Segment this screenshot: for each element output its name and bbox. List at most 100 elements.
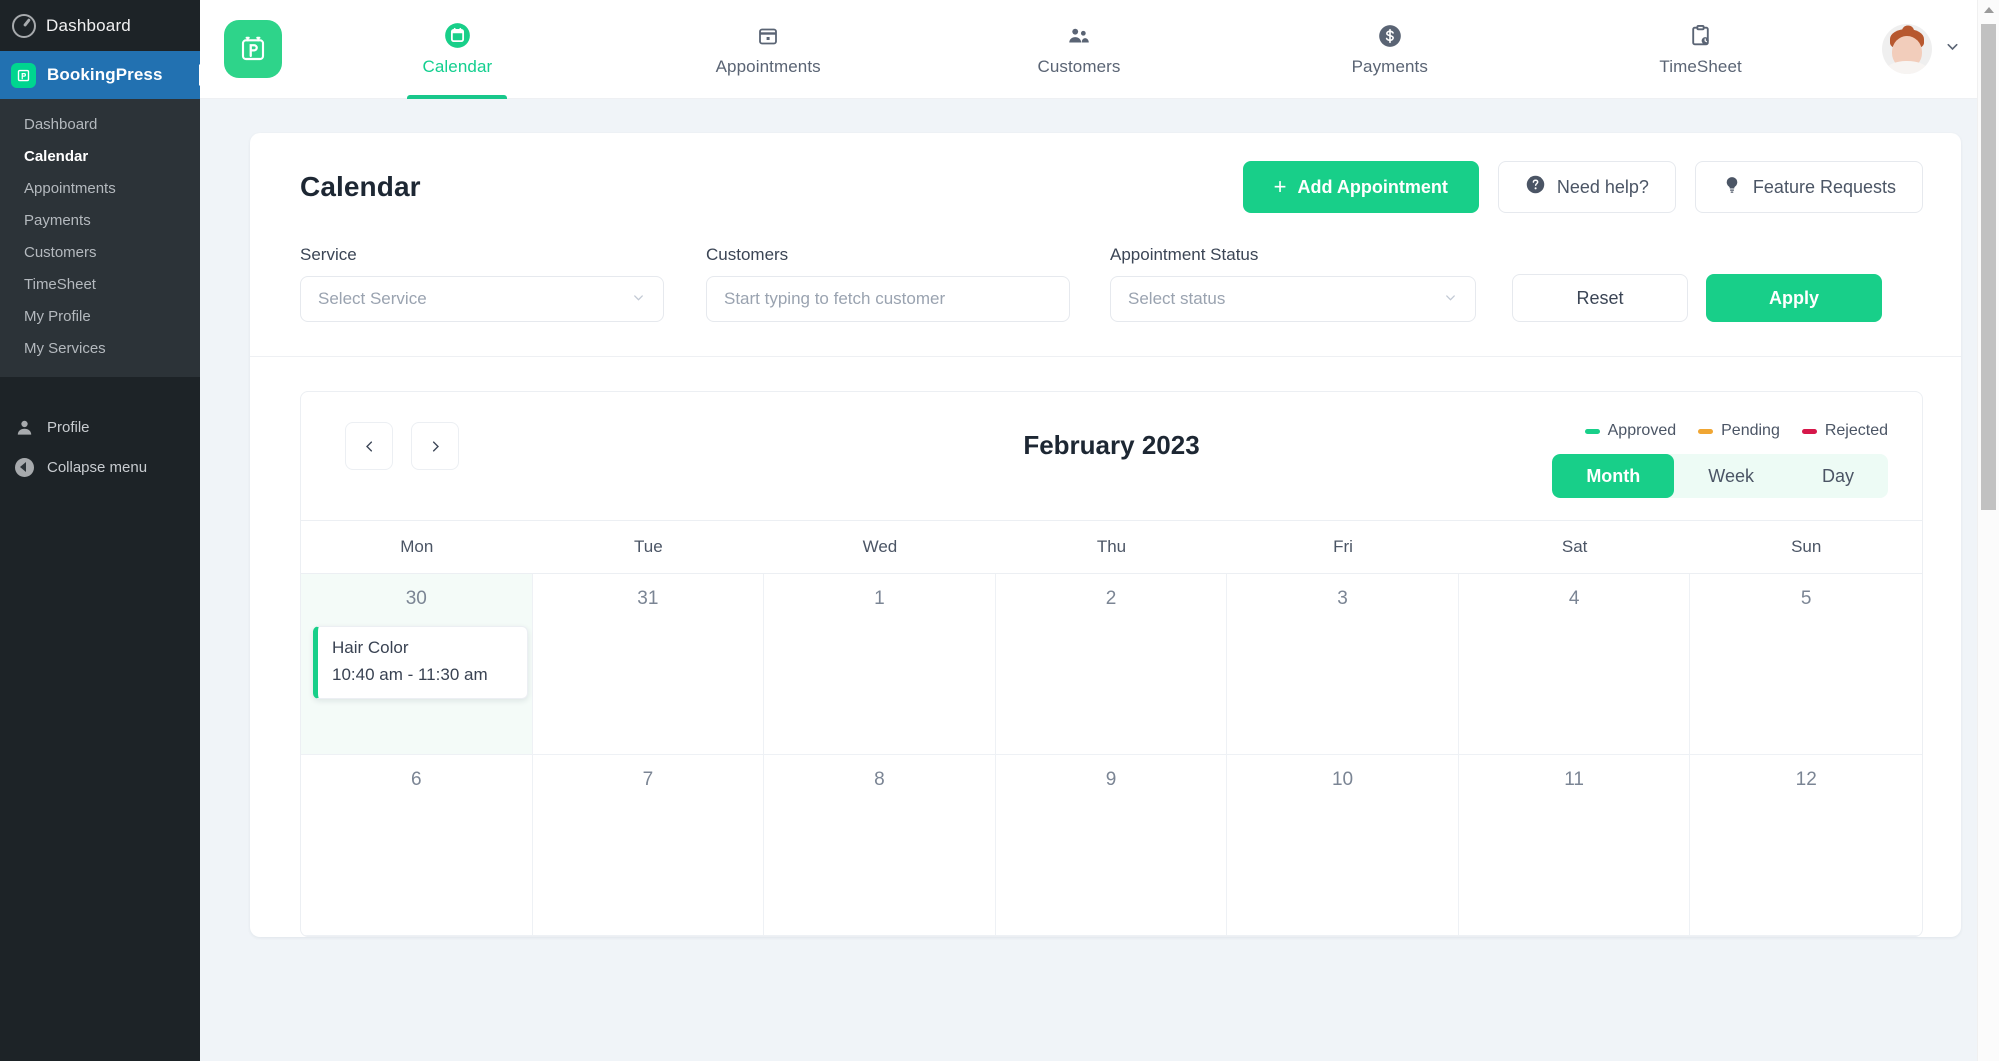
- page-content: Calendar + Add Appointment Need help? Fe…: [200, 99, 1999, 1061]
- appointment-title: Hair Color: [332, 638, 409, 657]
- day-cell[interactable]: 31: [533, 574, 765, 754]
- service-select[interactable]: Select Service: [300, 276, 664, 322]
- sidebar-item-my-services[interactable]: My Services: [0, 333, 200, 365]
- collapse-left-icon: [14, 457, 34, 477]
- sidebar-item-calendar[interactable]: Calendar: [0, 141, 200, 173]
- tab-customers[interactable]: Customers: [924, 0, 1235, 99]
- day-cell[interactable]: 2: [996, 574, 1228, 754]
- service-label: Service: [300, 245, 357, 264]
- appointment-status-label: Appointment Status: [1110, 245, 1259, 264]
- view-switcher: Month Week Day: [1552, 454, 1888, 498]
- chevron-down-icon: [1443, 290, 1458, 309]
- chevron-down-icon[interactable]: [1944, 38, 1961, 60]
- avatar[interactable]: [1882, 24, 1932, 74]
- day-number: 3: [1337, 588, 1348, 609]
- day-number: 7: [642, 769, 654, 790]
- apply-button[interactable]: Apply: [1706, 274, 1882, 322]
- sidebar-item-my-profile[interactable]: My Profile: [0, 301, 200, 333]
- user-icon: [14, 417, 34, 437]
- day-number: 10: [1331, 769, 1354, 790]
- filter-status: Appointment Status Select status: [1110, 245, 1476, 322]
- scroll-up-arrow-icon[interactable]: [1983, 7, 1994, 13]
- day-cell[interactable]: 4: [1459, 574, 1691, 754]
- status-select-value: Select status: [1128, 289, 1226, 308]
- prev-month-button[interactable]: [345, 422, 393, 470]
- day-cell[interactable]: 10: [1227, 755, 1459, 935]
- app-topnav: Calendar Appointments Customers Payments: [200, 0, 1999, 99]
- day-cell[interactable]: 30 Hair Color 10:40 am - 11:30 am: [301, 574, 533, 754]
- day-cell[interactable]: 12: [1690, 755, 1922, 935]
- day-cell[interactable]: 8: [764, 755, 996, 935]
- day-number: 11: [1564, 769, 1584, 790]
- calendar-outline-icon: [756, 22, 780, 50]
- vertical-scrollbar[interactable]: [1977, 0, 1999, 1061]
- calendar-card: Calendar + Add Appointment Need help? Fe…: [250, 133, 1961, 937]
- sidebar-item-timesheet[interactable]: TimeSheet: [0, 269, 200, 301]
- status-legend: Approved Pending Rejected: [1584, 422, 1888, 440]
- need-help-label: Need help?: [1556, 176, 1649, 197]
- sidebar-item-bookingpress[interactable]: BookingPress: [0, 51, 210, 99]
- calendar-nav-buttons: [345, 422, 459, 470]
- appointment-event[interactable]: Hair Color 10:40 am - 11:30 am: [313, 626, 528, 699]
- day-cell[interactable]: 5: [1690, 574, 1922, 754]
- dashboard-icon: [12, 13, 36, 38]
- day-number: 1: [874, 588, 885, 609]
- legend-rejected-label: Rejected: [1824, 422, 1888, 439]
- sidebar-active-arrow: [199, 64, 210, 86]
- tab-appointments[interactable]: Appointments: [613, 0, 924, 99]
- sidebar-collapse-label: Collapse menu: [47, 458, 148, 476]
- feature-requests-label: Feature Requests: [1752, 176, 1896, 197]
- weekday-tue: Tue: [634, 537, 663, 556]
- tab-payments[interactable]: Payments: [1234, 0, 1545, 99]
- day-cell[interactable]: 7: [533, 755, 765, 935]
- filter-service: Service Select Service: [300, 245, 664, 322]
- legend-pending: Pending: [1698, 422, 1780, 440]
- tab-calendar-label: Calendar: [422, 56, 493, 76]
- day-number: 30: [405, 588, 427, 609]
- day-cell[interactable]: 6: [301, 755, 533, 935]
- scrollbar-thumb[interactable]: [1981, 24, 1996, 510]
- tab-customers-label: Customers: [1037, 56, 1121, 76]
- sidebar-item-appointments[interactable]: Appointments: [0, 173, 200, 205]
- sidebar-brand-label: BookingPress: [47, 65, 163, 84]
- filter-bar: Service Select Service Customers Start t…: [250, 239, 1961, 357]
- wp-adminbar[interactable]: Dashboard: [0, 0, 200, 51]
- sidebar-item-profile[interactable]: Profile: [0, 407, 200, 447]
- day-cell[interactable]: 1: [764, 574, 996, 754]
- legend-rejected: Rejected: [1801, 422, 1888, 440]
- tab-timesheet-label: TimeSheet: [1659, 56, 1742, 76]
- sidebar-profile-label: Profile: [47, 418, 90, 436]
- weekday-sat: Sat: [1561, 537, 1588, 556]
- view-day-button[interactable]: Day: [1788, 454, 1888, 498]
- view-month-button[interactable]: Month: [1552, 454, 1675, 498]
- day-cell[interactable]: 3: [1227, 574, 1459, 754]
- reset-button[interactable]: Reset: [1512, 274, 1688, 322]
- next-month-button[interactable]: [411, 422, 459, 470]
- day-cell[interactable]: 9: [996, 755, 1228, 935]
- customer-search-input[interactable]: Start typing to fetch customer: [706, 276, 1070, 322]
- tab-calendar[interactable]: Calendar: [302, 0, 613, 99]
- sidebar-item-customers[interactable]: Customers: [0, 237, 200, 269]
- day-number: 6: [410, 769, 422, 790]
- wp-admin-sidebar: Dashboard BookingPress Dashboard Calenda…: [0, 0, 210, 1061]
- tab-timesheet[interactable]: TimeSheet: [1545, 0, 1856, 99]
- add-appointment-button[interactable]: + Add Appointment: [1242, 161, 1479, 213]
- calendar-widget: February 2023 Approved Pending Rejected …: [300, 391, 1923, 937]
- header-actions: + Add Appointment Need help? Feature Req…: [1242, 161, 1923, 213]
- need-help-button[interactable]: Need help?: [1497, 161, 1676, 213]
- status-select[interactable]: Select status: [1110, 276, 1476, 322]
- view-week-button[interactable]: Week: [1674, 454, 1788, 498]
- day-number: 12: [1795, 769, 1817, 790]
- user-menu[interactable]: [1882, 24, 1961, 74]
- day-cell[interactable]: 11: [1459, 755, 1691, 935]
- dollar-coin-icon: [1377, 22, 1403, 50]
- sidebar-item-dashboard[interactable]: Dashboard: [0, 109, 200, 141]
- calendar-week-row: 6 7 8 9 10 11 12: [301, 755, 1922, 936]
- page-title: Calendar: [300, 171, 421, 202]
- feature-requests-button[interactable]: Feature Requests: [1694, 161, 1923, 213]
- weekday-mon: Mon: [400, 537, 434, 556]
- sidebar-collapse-menu[interactable]: Collapse menu: [0, 447, 200, 487]
- day-number: 4: [1568, 588, 1580, 609]
- sidebar-item-payments[interactable]: Payments: [0, 205, 200, 237]
- bookingpress-app-logo[interactable]: [224, 20, 282, 78]
